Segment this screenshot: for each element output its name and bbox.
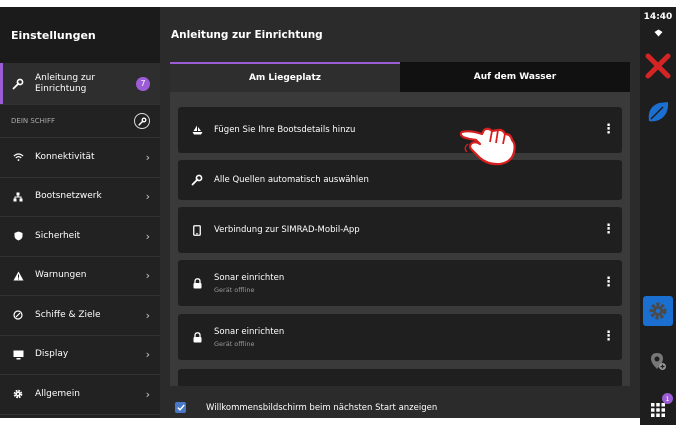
apps-notification-badge: 1 [662, 393, 673, 404]
tab-on-water[interactable]: Auf dem Wasser [400, 62, 630, 92]
gear-icon [11, 389, 25, 399]
sidebar-item-security[interactable]: Sicherheit › [0, 217, 160, 257]
task-status: Gerät offline [214, 339, 255, 348]
task-row-auto-sources[interactable]: Alle Quellen automatisch auswählen [178, 160, 622, 200]
tab-at-berth[interactable]: Am Liegeplatz [170, 62, 400, 92]
task-row-sonar-1[interactable]: Sonar einrichten Gerät offline ⋮ [178, 260, 622, 306]
sidebar-title: Einstellungen [0, 7, 160, 63]
task-status: Gerät offline [214, 285, 255, 294]
chevron-right-icon: › [145, 190, 150, 204]
count-badge: 7 [136, 76, 150, 91]
sidebar-item-label: Bootsnetzwerk [35, 191, 102, 202]
more-options-icon[interactable]: ⋮ [602, 123, 615, 136]
sidebar-item-label: Sicherheit [35, 230, 81, 241]
sidebar-item-label: Allgemein [35, 388, 80, 399]
wrench-circle-icon[interactable] [134, 113, 150, 129]
chevron-right-icon: › [145, 387, 150, 401]
chart-leaf-app-icon[interactable] [643, 97, 673, 127]
network-icon [11, 192, 25, 202]
lock-icon [190, 277, 204, 289]
sidebar-item-warnings[interactable]: Warnungen › [0, 257, 160, 296]
chevron-right-icon: › [145, 348, 150, 362]
chevron-right-icon: › [145, 308, 150, 322]
boat-icon [190, 125, 204, 135]
settings-gear-app-icon[interactable] [643, 296, 673, 326]
task-label: Verbindung zur SIMRAD-Mobil-App [214, 225, 360, 235]
sidebar-item-general[interactable]: Allgemein › [0, 375, 160, 415]
phone-icon [190, 224, 204, 236]
welcome-screen-label: Willkommensbildschirm beim nächsten Star… [206, 402, 438, 413]
task-row-mobile-app[interactable]: Verbindung zur SIMRAD-Mobil-App ⋮ [178, 207, 622, 253]
sidebar-item-label: Display [35, 349, 69, 360]
sidebar-item-label: Schiffe & Ziele [35, 309, 101, 320]
apps-bar: 14:40 1 [640, 7, 676, 425]
chevron-right-icon: › [145, 229, 150, 243]
more-options-icon[interactable]: ⋮ [602, 330, 615, 343]
task-row-boat-details[interactable]: Fügen Sie Ihre Bootsdetails hinzu ⋮ [178, 107, 622, 153]
welcome-screen-option[interactable]: Willkommensbildschirm beim nächsten Star… [160, 397, 640, 418]
shield-icon [11, 231, 25, 241]
more-options-icon[interactable]: ⋮ [602, 223, 615, 236]
checkbox-checked[interactable] [175, 402, 186, 413]
task-label: Sonar einrichten [214, 272, 285, 283]
wifi-icon [11, 152, 25, 162]
target-icon [11, 310, 25, 320]
clock: 14:40 [643, 12, 673, 22]
sidebar-section-header: DEIN SCHIFF [0, 105, 160, 138]
task-label: Sonar einrichten [214, 326, 285, 337]
sidebar-item-connectivity[interactable]: Konnektivität › [0, 138, 160, 178]
sidebar-item-label: Konnektivität [35, 151, 95, 162]
wrench-icon [11, 78, 25, 90]
section-label: DEIN SCHIFF [11, 117, 56, 125]
task-row-partial[interactable] [178, 369, 622, 386]
chevron-right-icon: › [145, 269, 150, 283]
settings-sidebar: Einstellungen Anleitung zur Einrichtung … [0, 7, 160, 418]
warning-icon [11, 271, 25, 281]
task-row-sonar-2[interactable]: Sonar einrichten Gerät offline ⋮ [178, 314, 622, 360]
setup-task-list[interactable]: Fügen Sie Ihre Bootsdetails hinzu ⋮ Alle… [170, 92, 630, 386]
add-waypoint-icon[interactable] [643, 347, 673, 377]
display-icon [11, 350, 25, 360]
setup-guide-panel: Anleitung zur Einrichtung Am Liegeplatz … [160, 7, 640, 418]
wrench-icon [190, 174, 204, 186]
red-x-app-icon[interactable] [643, 51, 673, 81]
tap-hand-icon [459, 122, 518, 170]
task-text: Sonar einrichten Gerät offline [214, 273, 602, 294]
task-text: Sonar einrichten Gerät offline [214, 327, 602, 348]
sidebar-item-setup-guide[interactable]: Anleitung zur Einrichtung 7 [0, 63, 160, 105]
sidebar-item-boat-network[interactable]: Bootsnetzwerk › [0, 178, 160, 217]
sidebar-item-label: Warnungen [35, 270, 87, 281]
task-label: Fügen Sie Ihre Bootsdetails hinzu [214, 125, 356, 135]
more-options-icon[interactable]: ⋮ [602, 276, 615, 289]
sidebar-item-display[interactable]: Display › [0, 336, 160, 375]
task-label: Alle Quellen automatisch auswählen [214, 175, 369, 185]
lock-icon [190, 331, 204, 343]
sidebar-item-vessels-targets[interactable]: Schiffe & Ziele › [0, 296, 160, 336]
sidebar-item-label: Anleitung zur Einrichtung [35, 72, 96, 94]
app-frame: Einstellungen Anleitung zur Einrichtung … [0, 7, 676, 425]
tab-bar: Am Liegeplatz Auf dem Wasser [170, 62, 630, 92]
connection-status-icon [640, 27, 676, 39]
page-title: Anleitung zur Einrichtung [171, 29, 323, 41]
chevron-right-icon: › [145, 150, 150, 164]
